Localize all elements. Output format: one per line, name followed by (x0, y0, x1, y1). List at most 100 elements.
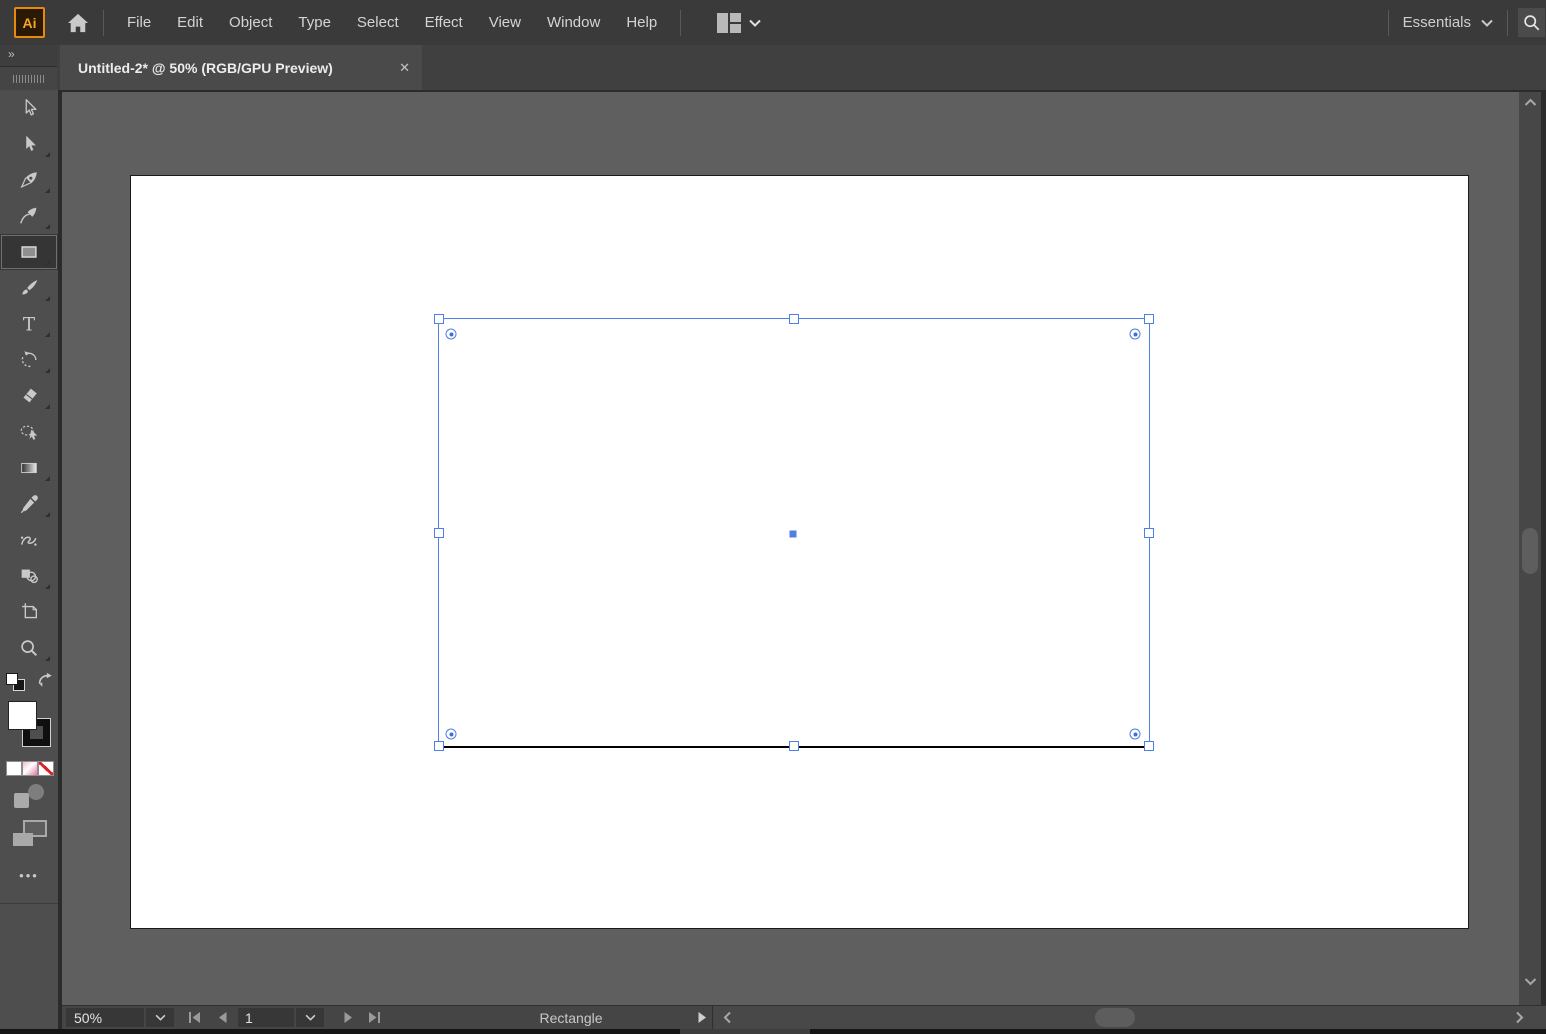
search-icon (1524, 15, 1540, 31)
menu-view[interactable]: View (476, 0, 534, 45)
color-mode-buttons (6, 761, 54, 776)
rotate-tool[interactable] (0, 342, 58, 378)
menubar-divider (1387, 9, 1389, 36)
arrange-documents-icon (717, 12, 742, 33)
menu-edit[interactable]: Edit (164, 0, 216, 45)
direct-selection-tool[interactable] (0, 126, 58, 162)
color-button[interactable] (6, 761, 22, 776)
none-button[interactable] (38, 761, 54, 776)
screen-mode-button[interactable] (13, 820, 47, 846)
menubar-divider (1507, 9, 1508, 36)
expand-panel-button[interactable]: » (0, 45, 57, 66)
search-button[interactable] (1518, 8, 1545, 37)
vertical-scrollbar-thumb[interactable] (1522, 528, 1538, 574)
svg-text:T: T (23, 314, 36, 335)
shape-builder-tool[interactable] (0, 558, 58, 594)
document-tab-title: Untitled-2* @ 50% (RGB/GPU Preview) (78, 59, 333, 76)
lasso-tool[interactable] (0, 414, 58, 450)
handle-top-left[interactable] (434, 314, 444, 324)
home-icon[interactable] (63, 8, 93, 38)
eraser-tool[interactable] (0, 378, 58, 414)
drawing-modes-button[interactable] (14, 784, 44, 808)
app-logo[interactable]: Ai (14, 7, 45, 38)
handle-top-right[interactable] (1144, 314, 1154, 324)
document-tab[interactable]: Untitled-2* @ 50% (RGB/GPU Preview) ✕ (60, 45, 422, 90)
menu-select[interactable]: Select (344, 0, 412, 45)
menubar-divider (680, 9, 682, 36)
chevron-down-icon (305, 1014, 315, 1021)
type-tool[interactable]: T (0, 306, 58, 342)
menu-help[interactable]: Help (613, 0, 670, 45)
eyedropper-tool[interactable] (0, 486, 58, 522)
puppet-warp-tool[interactable] (0, 522, 58, 558)
arrange-documents-button[interactable] (717, 12, 761, 33)
toolbar-grip[interactable] (0, 67, 57, 90)
tools-panel: T ••• (0, 90, 58, 1029)
scroll-down-icon[interactable] (1519, 973, 1541, 991)
paintbrush-tool[interactable] (0, 270, 58, 306)
window-bottom-edge (0, 1029, 1546, 1034)
first-artboard-button[interactable] (182, 1008, 206, 1027)
selected-rectangle[interactable] (434, 314, 1154, 751)
status-options-icon[interactable] (692, 1008, 712, 1027)
artboard-dropdown-button[interactable] (296, 1008, 324, 1027)
center-point-handle[interactable] (789, 530, 797, 538)
next-artboard-button[interactable] (336, 1008, 360, 1027)
edit-toolbar-button[interactable]: ••• (0, 868, 58, 883)
pen-tool[interactable] (0, 162, 58, 198)
scroll-left-icon[interactable] (716, 1007, 738, 1028)
default-fill-stroke-button[interactable] (6, 673, 27, 692)
scroll-right-icon[interactable] (1508, 1007, 1530, 1028)
handle-bottom-left[interactable] (434, 741, 444, 751)
canvas[interactable] (62, 92, 1519, 1005)
chevron-down-icon (749, 19, 761, 27)
workspace-label: Essentials (1402, 14, 1471, 31)
fill-color-swatch[interactable] (8, 701, 37, 730)
tabbar: » Untitled-2* @ 50% (RGB/GPU Preview) ✕ (0, 45, 1546, 90)
menu-type[interactable]: Type (285, 0, 344, 45)
horizontal-scrollbar[interactable] (714, 1006, 1546, 1029)
last-artboard-button[interactable] (362, 1008, 386, 1027)
statusbar-divider (712, 1006, 713, 1030)
horizontal-scrollbar-thumb[interactable] (1095, 1008, 1135, 1027)
handle-bottom-right[interactable] (1144, 741, 1154, 751)
menu-list: File Edit Object Type Select Effect View… (114, 0, 670, 45)
handle-bottom-center[interactable] (789, 741, 799, 751)
menu-effect[interactable]: Effect (412, 0, 476, 45)
status-tool-label: Rectangle (539, 1009, 603, 1026)
vertical-scrollbar[interactable] (1519, 92, 1541, 1005)
menu-file[interactable]: File (114, 0, 164, 45)
corner-widget-top-left[interactable] (445, 328, 457, 340)
menubar-divider (103, 9, 104, 36)
corner-widget-top-right[interactable] (1129, 328, 1141, 340)
previous-artboard-button[interactable] (210, 1008, 234, 1027)
zoom-level-field[interactable]: 50% (66, 1008, 144, 1027)
menubar: Ai File Edit Object Type Select Effect V… (0, 0, 1546, 45)
zoom-tool[interactable] (0, 630, 58, 666)
handle-middle-right[interactable] (1144, 527, 1154, 538)
zoom-dropdown-button[interactable] (146, 1008, 174, 1027)
status-bar: 50% 1 Rectangle (62, 1005, 1546, 1030)
corner-widget-bottom-right[interactable] (1129, 728, 1141, 740)
selection-tool[interactable] (0, 90, 58, 126)
handle-middle-left[interactable] (434, 527, 444, 538)
artboard-number-field[interactable]: 1 (238, 1008, 294, 1027)
window-edge (1541, 92, 1546, 1034)
rectangle-tool[interactable] (0, 234, 58, 270)
gradient-button[interactable] (22, 761, 38, 776)
illustrator-window: Ai File Edit Object Type Select Effect V… (0, 0, 1546, 1034)
toolbar-dock-header: » (0, 45, 57, 90)
close-tab-icon[interactable]: ✕ (399, 60, 410, 76)
gradient-tool[interactable] (0, 450, 58, 486)
menu-object[interactable]: Object (216, 0, 285, 45)
corner-widget-bottom-left[interactable] (445, 728, 457, 740)
chevron-down-icon (155, 1014, 165, 1021)
handle-top-center[interactable] (789, 314, 799, 324)
artboard-tool[interactable] (0, 594, 58, 630)
curvature-tool[interactable] (0, 198, 58, 234)
menu-window[interactable]: Window (534, 0, 613, 45)
swap-fill-stroke-icon[interactable] (36, 672, 54, 695)
workspace-switcher[interactable]: Essentials (1399, 14, 1497, 31)
scroll-up-icon[interactable] (1519, 94, 1541, 112)
window-bottom-segment (680, 1029, 810, 1034)
